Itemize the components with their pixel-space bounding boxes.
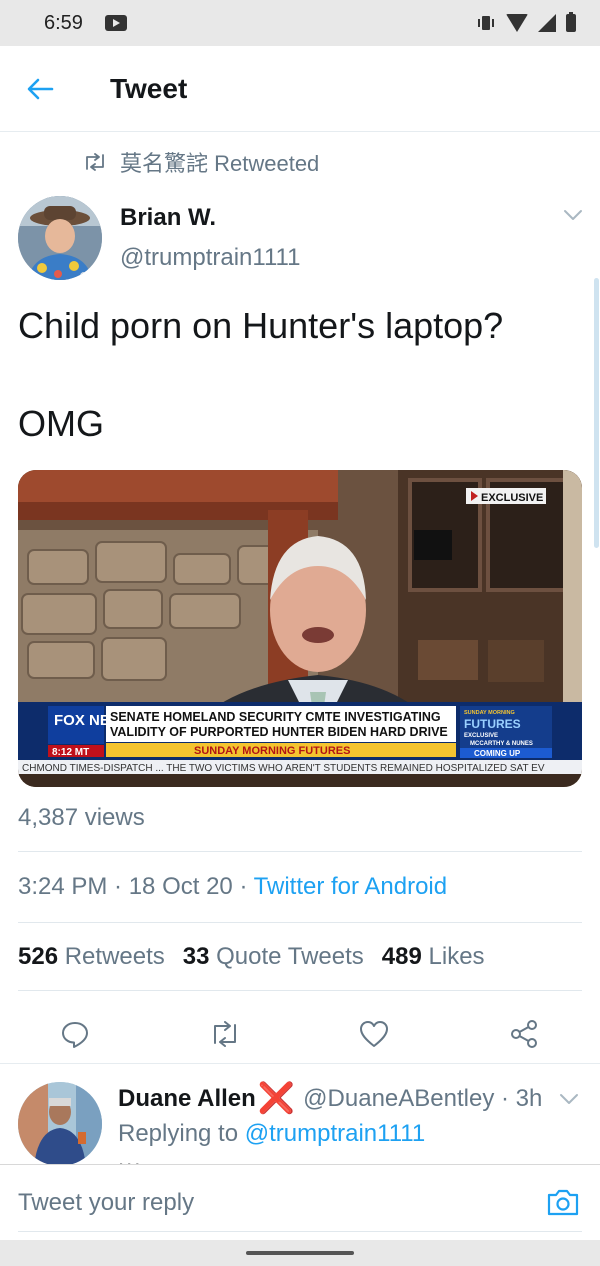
- author-handle[interactable]: @trumptrain1111: [120, 244, 300, 272]
- top-app-bar: Tweet: [0, 46, 600, 132]
- author-avatar[interactable]: [18, 196, 102, 280]
- retweet-icon: [86, 153, 104, 171]
- retweet-button[interactable]: [203, 1012, 247, 1056]
- chyron-line-2: VALIDITY OF PURPORTED HUNTER BIDEN HARD …: [110, 725, 448, 739]
- promo-names: MCCARTHY & NUNES: [470, 741, 533, 747]
- reply-author-name[interactable]: Duane Allen: [118, 1085, 256, 1113]
- like-button[interactable]: [352, 1012, 396, 1056]
- wifi-icon: [506, 14, 528, 32]
- broadcast-clock: 8:12 MT: [52, 747, 89, 758]
- heart-icon: [360, 1021, 388, 1047]
- arrow-left-icon: [27, 78, 54, 99]
- reply-button[interactable]: [53, 1012, 97, 1056]
- likes-label: Likes: [428, 943, 485, 970]
- back-button[interactable]: [0, 46, 80, 132]
- show-name: SUNDAY MORNING FUTURES: [194, 745, 350, 757]
- news-ticker: CHMOND TIMES-DISPATCH ... THE TWO VICTIM…: [22, 763, 545, 774]
- tweet-text-line-2: OMG: [18, 403, 104, 444]
- divider: [18, 990, 582, 991]
- reply-avatar[interactable]: [18, 1082, 102, 1166]
- divider: [18, 922, 582, 923]
- page-title: Tweet: [110, 72, 188, 104]
- retweet-context-label: 莫名驚詫 Retweeted: [120, 151, 320, 176]
- retweets-label: Retweets: [64, 943, 165, 970]
- signal-icon: [538, 14, 556, 32]
- input-underline: [18, 1231, 582, 1232]
- chyron-line-1: SENATE HOMELAND SECURITY CMTE INVESTIGAT…: [110, 710, 441, 724]
- reply-handle-time[interactable]: @DuaneABentley · 3h: [303, 1085, 542, 1113]
- scrollbar-thumb[interactable]: [594, 278, 599, 548]
- reply-header: Duane Allen ❌ @DuaneABentley · 3h: [118, 1084, 542, 1114]
- quote-tweets-stat[interactable]: 33 Quote Tweets: [183, 943, 364, 971]
- divider: [18, 851, 582, 852]
- replying-to: Replying to @trumptrain1111: [118, 1120, 425, 1148]
- status-time: 6:59: [44, 11, 83, 34]
- retweet-icon: [214, 1021, 236, 1047]
- tweet-meta: 3:24 PM · 18 Oct 20 · Twitter for Androi…: [18, 873, 447, 901]
- vibrate-icon: [476, 15, 496, 31]
- promo-coming: COMING UP: [474, 749, 521, 758]
- replying-to-mention[interactable]: @trumptrain1111: [245, 1120, 425, 1147]
- cross-mark-icon: ❌: [257, 1082, 296, 1115]
- video-frame: EXCLUSIVE FOX NEWS 8:12 MT SENATE HOMELA…: [18, 470, 582, 787]
- retweets-stat[interactable]: 526 Retweets: [18, 943, 165, 971]
- quote-tweets-count: 33: [182, 943, 210, 970]
- video-notification-icon: [104, 15, 127, 31]
- tweet-actions: [0, 1002, 600, 1064]
- reply-composer: Tweet your reply: [0, 1164, 600, 1234]
- promo-title: FUTURES: [464, 717, 521, 731]
- retweet-context[interactable]: 莫名驚詫 Retweeted: [82, 146, 319, 178]
- chevron-down-icon[interactable]: [562, 208, 584, 222]
- promo-sunday: SUNDAY MORNING: [464, 710, 515, 716]
- author-name[interactable]: Brian W.: [120, 204, 216, 232]
- retweets-count: 526: [18, 943, 59, 970]
- exclusive-label: EXCLUSIVE: [481, 492, 543, 504]
- share-icon: [511, 1020, 537, 1048]
- home-gesture-pill[interactable]: [246, 1251, 354, 1255]
- likes-count: 489: [381, 943, 422, 970]
- tweet-video[interactable]: EXCLUSIVE FOX NEWS 8:12 MT SENATE HOMELA…: [18, 470, 582, 787]
- reply-input[interactable]: Tweet your reply: [18, 1189, 194, 1217]
- avatar-image: [18, 196, 102, 280]
- tweet-timestamp: 3:24 PM · 18 Oct 20 ·: [18, 873, 254, 900]
- likes-stat[interactable]: 489 Likes: [382, 943, 485, 971]
- view-count: 4,387 views: [18, 804, 145, 831]
- quote-tweets-label: Quote Tweets: [216, 943, 364, 970]
- reply-avatar-image: [18, 1082, 102, 1166]
- chevron-down-icon[interactable]: [558, 1092, 580, 1106]
- replying-to-prefix: Replying to: [118, 1120, 245, 1147]
- status-icons: [476, 12, 576, 32]
- tweet-text-line-1: Child porn on Hunter's laptop?: [18, 305, 504, 346]
- share-button[interactable]: [502, 1012, 546, 1056]
- reply-text-partial: ...: [118, 1154, 142, 1164]
- camera-icon[interactable]: [546, 1187, 580, 1217]
- promo-sub: EXCLUSIVE: [464, 733, 498, 739]
- tweet-stats: 526 Retweets 33 Quote Tweets 489 Likes: [18, 943, 485, 971]
- tweet-source-link[interactable]: Twitter for Android: [254, 873, 447, 900]
- status-bar: 6:59: [0, 0, 600, 46]
- battery-icon: [566, 12, 576, 32]
- reply-icon: [62, 1022, 88, 1048]
- system-nav-bar: [0, 1240, 600, 1266]
